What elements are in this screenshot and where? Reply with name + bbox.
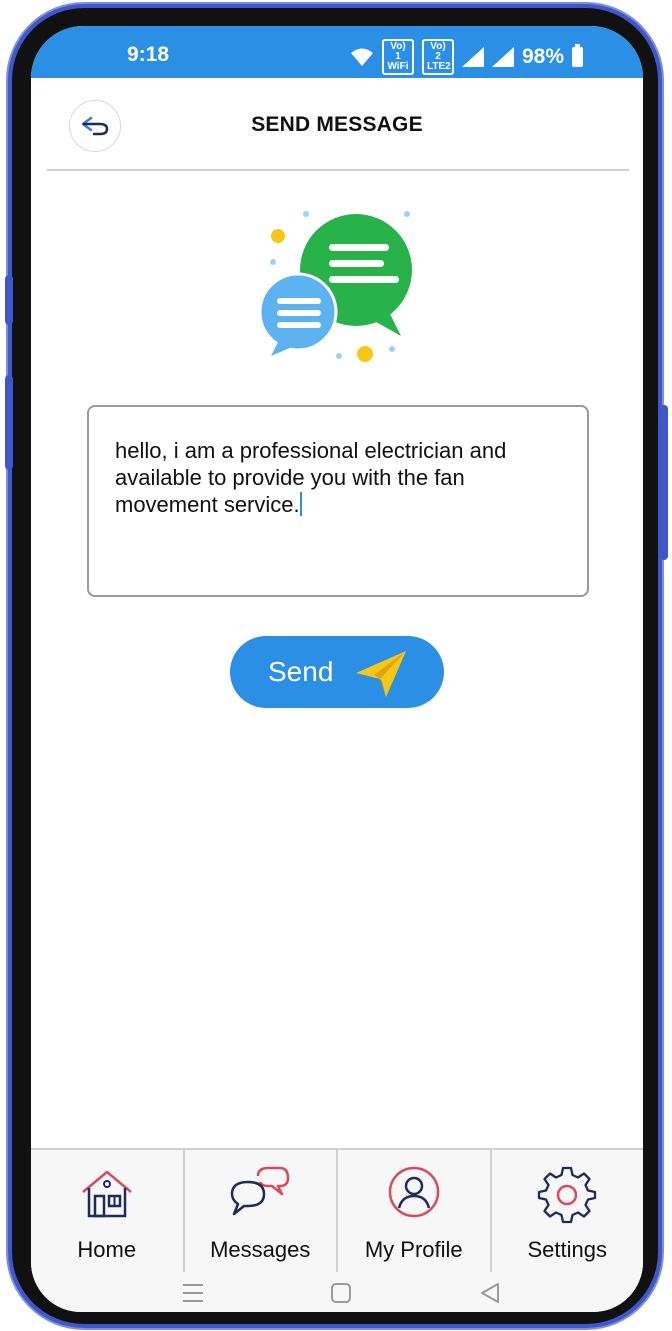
status-icons: Vo) 1 WiFi Vo) 2 LTE2 98% <box>350 39 583 75</box>
system-nav-bar <box>31 1272 643 1312</box>
message-textarea[interactable]: hello, i am a professional electrician a… <box>87 405 589 597</box>
nav-item-messages[interactable]: Messages <box>185 1150 338 1274</box>
recents-icon[interactable] <box>181 1282 205 1304</box>
home-square-icon[interactable] <box>330 1282 352 1304</box>
status-bar: 9:18 Vo) 1 WiFi Vo) 2 LTE2 98% <box>31 26 643 78</box>
nav-label-messages: Messages <box>210 1237 311 1262</box>
wifi-icon <box>350 48 373 66</box>
status-time: 9:18 <box>127 43 170 66</box>
header-divider <box>47 169 629 171</box>
message-text: hello, i am a professional electrician a… <box>115 437 565 518</box>
message-content: hello, i am a professional electrician a… <box>115 438 507 517</box>
nav-item-home[interactable]: Home <box>31 1150 185 1274</box>
sim2-badge: Vo) 2 LTE2 <box>421 39 454 75</box>
home-icon <box>81 1170 132 1218</box>
messages-icon <box>231 1166 290 1216</box>
sim1-badge: Vo) 1 WiFi <box>381 39 414 75</box>
signal-icon-1 <box>461 47 484 67</box>
text-cursor <box>299 492 302 516</box>
signal-icon-2 <box>491 47 514 67</box>
side-button-right <box>660 405 668 560</box>
side-button-left-top <box>5 275 13 325</box>
profile-icon <box>388 1166 439 1218</box>
chat-bubbles-illustration <box>258 211 412 362</box>
bottom-nav: Home Messages My Profile Settings <box>31 1148 643 1274</box>
battery-percent: 98% <box>521 45 564 68</box>
header: SEND MESSAGE <box>31 78 643 170</box>
back-triangle-icon[interactable] <box>479 1282 501 1304</box>
nav-item-my-profile[interactable]: My Profile <box>338 1150 492 1274</box>
nav-item-settings[interactable]: Settings <box>492 1150 644 1274</box>
screen: 9:18 Vo) 1 WiFi Vo) 2 LTE2 98% SEND MESSAG… <box>31 26 643 1312</box>
settings-icon <box>538 1166 597 1224</box>
side-button-left-bottom <box>5 375 13 470</box>
paper-plane-icon <box>356 651 406 697</box>
battery-icon <box>572 44 583 67</box>
nav-label-settings: Settings <box>527 1237 608 1262</box>
nav-label-home: Home <box>77 1237 137 1262</box>
send-button[interactable]: Send <box>230 636 444 708</box>
nav-label-my-profile: My Profile <box>364 1237 463 1262</box>
page-title: SEND MESSAGE <box>251 113 423 136</box>
send-button-label: Send <box>268 656 334 687</box>
